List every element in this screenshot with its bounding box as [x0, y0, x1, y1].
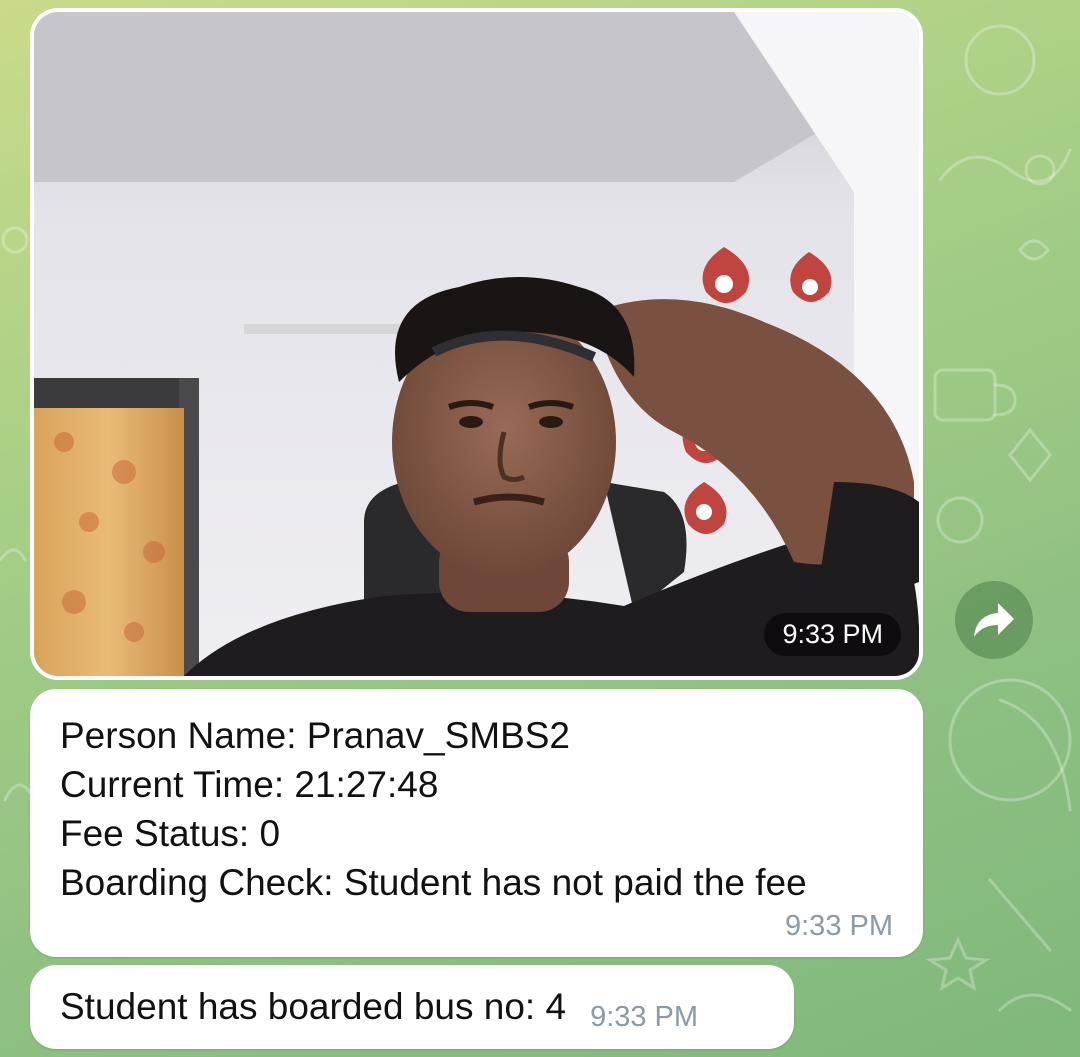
- forward-button[interactable]: [955, 581, 1033, 659]
- person-name-line: Person Name: Pranav_SMBS2: [60, 715, 571, 756]
- photo-message-bubble[interactable]: 9:33 PM: [30, 8, 923, 680]
- boarding-message-bubble[interactable]: Student has boarded bus no: 4 9:33 PM: [30, 965, 794, 1049]
- current-time-line: Current Time: 21:27:48: [60, 764, 439, 805]
- message-timestamp: 9:33 PM: [590, 1000, 699, 1033]
- info-message-bubble[interactable]: Person Name: Pranav_SMBS2 Current Time: …: [30, 689, 923, 957]
- boarding-message-text: Student has boarded bus no: 4: [60, 986, 567, 1027]
- captured-photo[interactable]: 9:33 PM: [34, 12, 919, 676]
- photo-timestamp: 9:33 PM: [764, 613, 901, 656]
- photo-image: [34, 12, 919, 676]
- boarding-check-line: Boarding Check: Student has not paid the…: [60, 862, 807, 903]
- share-arrow-icon: [974, 603, 1014, 637]
- message-timestamp: 9:33 PM: [785, 910, 893, 942]
- fee-status-line: Fee Status: 0: [60, 813, 281, 854]
